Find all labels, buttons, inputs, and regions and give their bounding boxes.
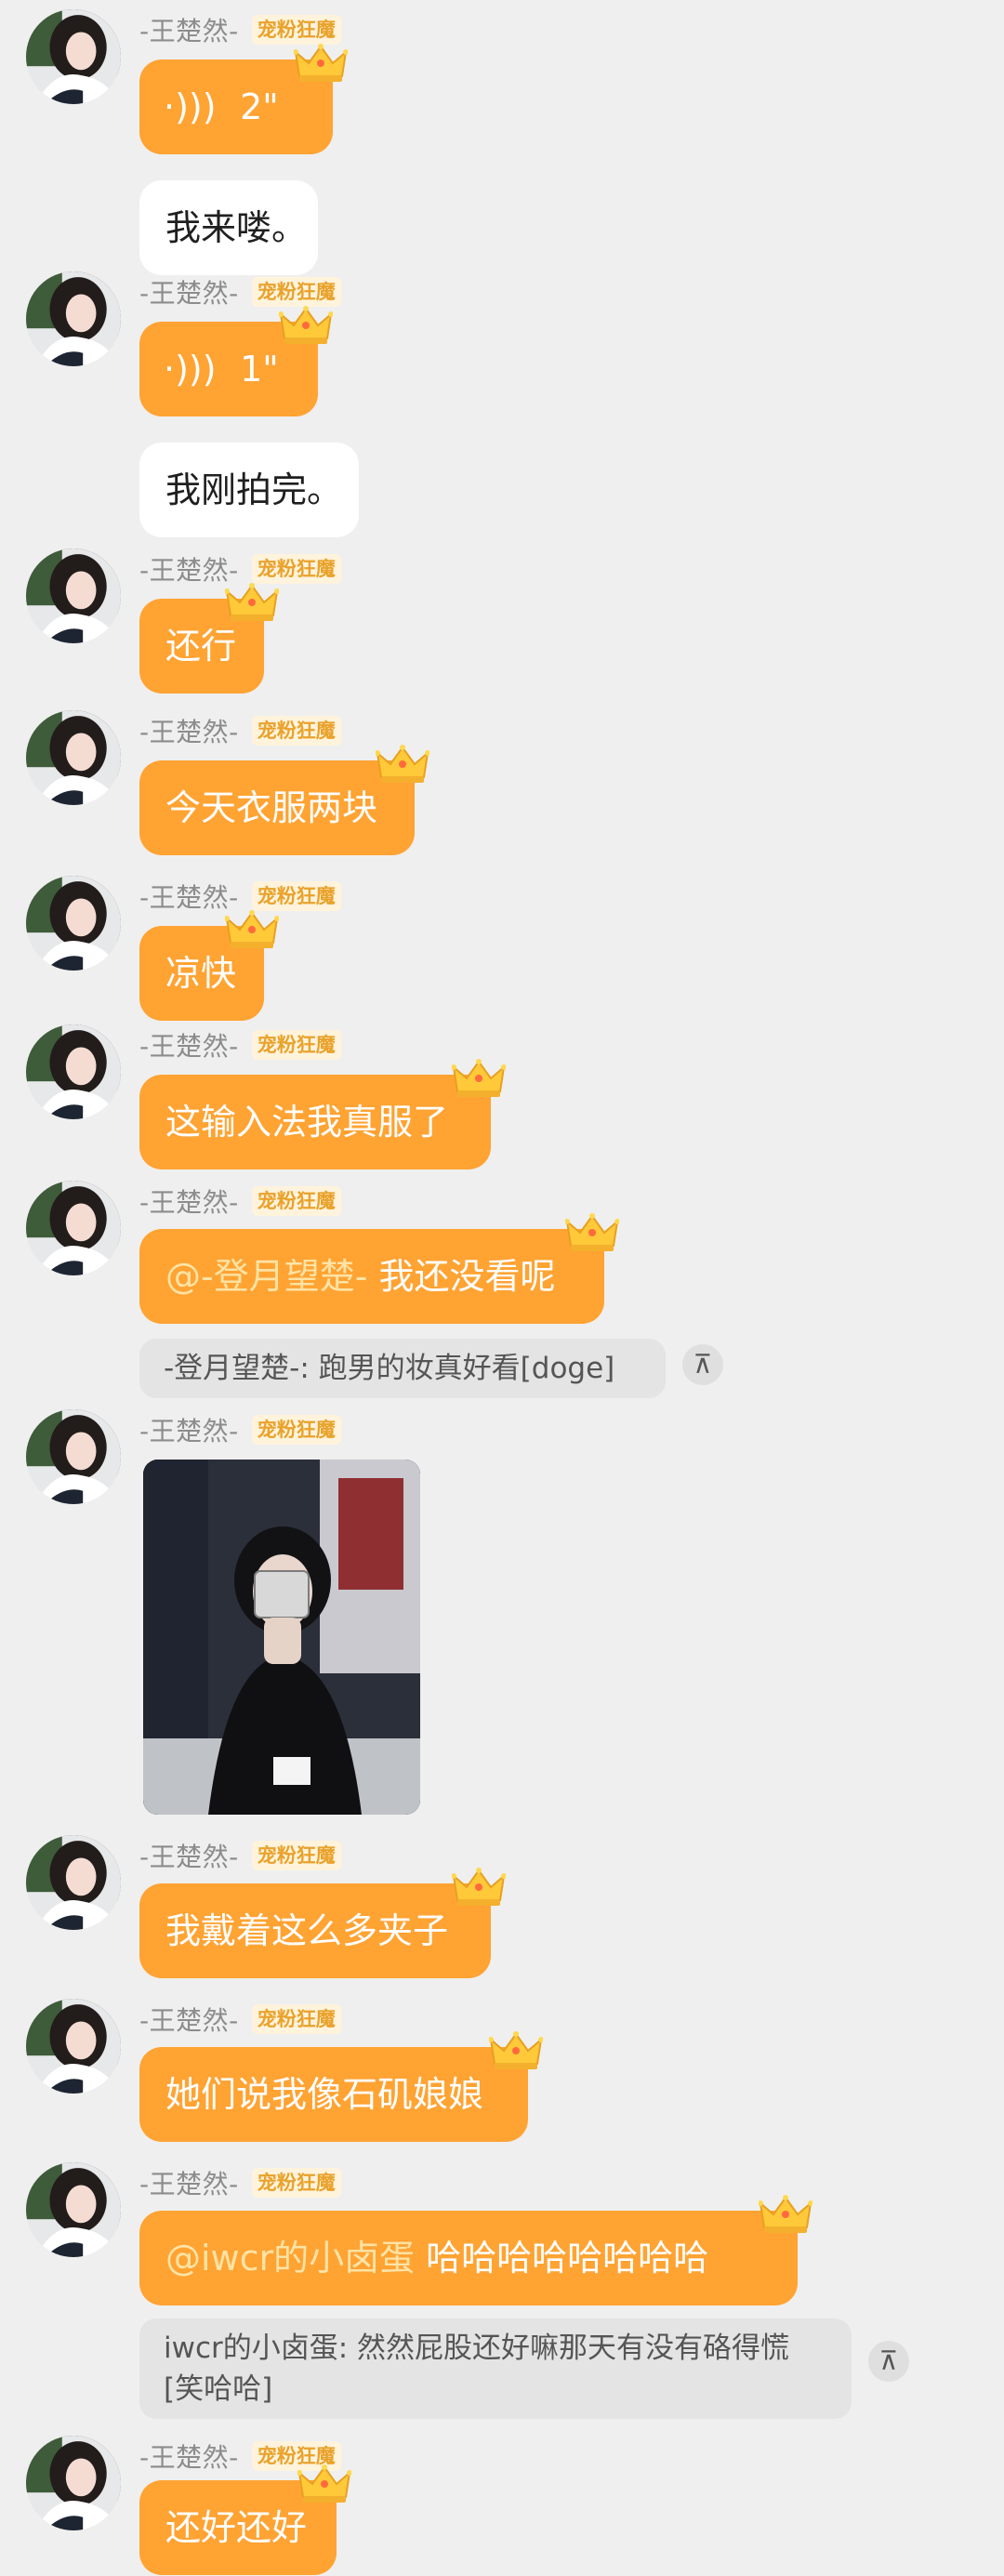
sender-avatar[interactable] <box>26 876 121 971</box>
sender-name: -王楚然- <box>139 2169 239 2200</box>
voice-message-bubble[interactable]: ·))) 2" <box>139 59 333 154</box>
jump-to-quote-button[interactable]: ⊼ <box>682 1344 723 1385</box>
message-text: 我来喽。 <box>165 207 308 248</box>
message-bubble[interactable]: 今天衣服两块 <box>139 760 415 855</box>
message-text: 哈哈哈哈哈哈哈哈 <box>426 2238 709 2279</box>
sender-name: -王楚然- <box>139 1031 239 1062</box>
jump-to-quote-button[interactable]: ⊼ <box>868 2341 909 2382</box>
sender-name: -王楚然- <box>139 1187 239 1218</box>
sender-name: -王楚然- <box>139 555 239 586</box>
crown-icon <box>279 305 333 346</box>
arrow-up-icon: ⊼ <box>878 2345 899 2376</box>
crown-icon <box>376 744 429 785</box>
fan-tag-badge: 宠粉狂魔 <box>251 881 341 911</box>
crown-icon <box>489 2030 543 2071</box>
message-bubble[interactable]: 我刚拍完。 <box>139 443 359 537</box>
sender-avatar[interactable] <box>26 9 121 104</box>
reply-message-bubble[interactable]: @-登月望楚- 我还没看呢 <box>139 1229 604 1324</box>
sender-avatar[interactable] <box>26 1181 121 1275</box>
fan-tag-badge: 宠粉狂魔 <box>251 1415 341 1445</box>
crown-icon <box>452 1058 506 1099</box>
crown-icon <box>565 1212 619 1253</box>
mention-link[interactable]: @-登月望楚- <box>165 1256 367 1297</box>
sender-avatar[interactable] <box>26 1999 121 2094</box>
message-bubble[interactable]: 还好还好 <box>139 2480 337 2575</box>
message-bubble[interactable]: 我来喽。 <box>139 180 318 275</box>
quoted-message[interactable]: -登月望楚-: 跑男的妆真好看[doge] <box>139 1339 666 1398</box>
crown-icon <box>452 1867 506 1908</box>
sender-avatar[interactable] <box>26 2162 121 2257</box>
sender-name: -王楚然- <box>139 2005 239 2036</box>
fan-tag-badge: 宠粉狂魔 <box>251 15 341 45</box>
sender-header: -王楚然- 宠粉狂魔 <box>139 1182 341 1220</box>
quoted-text: iwcr的小卤蛋: 然然屁股还好嘛那天有没有硌得慌 <box>164 2332 790 2365</box>
message-text: 我还没看呢 <box>378 1256 556 1297</box>
message-text: 我戴着这么多夹子 <box>165 1910 449 1951</box>
message-bubble[interactable]: 这输入法我真服了 <box>139 1075 491 1169</box>
sender-name: -王楚然- <box>139 882 239 913</box>
reply-message-bubble[interactable]: @iwcr的小卤蛋 哈哈哈哈哈哈哈哈 <box>139 2211 798 2305</box>
message-bubble[interactable]: 还行 <box>139 599 264 694</box>
sender-header: -王楚然- 宠粉狂魔 <box>139 1026 341 1063</box>
message-text: 今天衣服两块 <box>165 787 378 828</box>
fan-tag-badge: 宠粉狂魔 <box>251 2168 341 2198</box>
quoted-text: -登月望楚-: 跑男的妆真好看[doge] <box>164 1352 615 1385</box>
message-text: 我刚拍完。 <box>165 469 343 510</box>
photo-message[interactable] <box>143 1460 420 1815</box>
sender-avatar[interactable] <box>26 710 121 805</box>
sender-avatar[interactable] <box>26 1024 121 1119</box>
crown-icon <box>225 909 279 950</box>
sender-header: -王楚然- 宠粉狂魔 <box>139 2001 341 2038</box>
sender-header: -王楚然- 宠粉狂魔 <box>139 1837 341 1874</box>
sender-name: -王楚然- <box>139 1416 239 1447</box>
sender-header: -王楚然- 宠粉狂魔 <box>139 2164 341 2201</box>
sender-name: -王楚然- <box>139 717 239 747</box>
voice-wave-icon: ·))) <box>164 349 217 390</box>
crown-icon <box>225 582 279 623</box>
voice-duration: 2" <box>240 86 279 127</box>
sender-avatar[interactable] <box>26 1409 121 1504</box>
quoted-message[interactable]: iwcr的小卤蛋: 然然屁股还好嘛那天有没有硌得慌 [笑哈哈] <box>139 2318 852 2419</box>
crown-icon <box>297 2464 351 2504</box>
fan-tag-badge: 宠粉狂魔 <box>251 2004 341 2034</box>
fan-tag-badge: 宠粉狂魔 <box>251 1841 341 1870</box>
message-text: 她们说我像石矶娘娘 <box>165 2074 484 2115</box>
mention-link[interactable]: @iwcr的小卤蛋 <box>165 2238 415 2279</box>
sender-name: -王楚然- <box>139 278 239 309</box>
message-text: 还好还好 <box>165 2507 308 2548</box>
sender-header: -王楚然- 宠粉狂魔 <box>139 1411 341 1448</box>
message-bubble[interactable]: 她们说我像石矶娘娘 <box>139 2047 528 2142</box>
voice-duration: 1" <box>240 349 279 390</box>
fan-tag-badge: 宠粉狂魔 <box>251 716 341 746</box>
message-text: 这输入法我真服了 <box>165 1102 449 1143</box>
message-bubble[interactable]: 凉快 <box>139 926 264 1021</box>
message-bubble[interactable]: 我戴着这么多夹子 <box>139 1883 491 1978</box>
sender-name: -王楚然- <box>139 2442 239 2473</box>
voice-wave-icon: ·))) <box>164 86 217 127</box>
sender-avatar[interactable] <box>26 271 121 366</box>
sender-name: -王楚然- <box>139 1842 239 1872</box>
crown-icon <box>294 43 348 84</box>
fan-tag-badge: 宠粉狂魔 <box>251 277 341 307</box>
photo-image <box>143 1460 420 1815</box>
sender-avatar[interactable] <box>26 548 121 643</box>
sender-name: -王楚然- <box>139 16 239 46</box>
sender-avatar[interactable] <box>26 1835 121 1930</box>
voice-message-bubble[interactable]: ·))) 1" <box>139 322 318 416</box>
fan-tag-badge: 宠粉狂魔 <box>251 1030 341 1060</box>
quoted-text-continued: [笑哈哈] <box>164 2372 273 2406</box>
crown-icon <box>759 2194 812 2235</box>
sender-avatar[interactable] <box>26 2436 121 2530</box>
fan-tag-badge: 宠粉狂魔 <box>251 554 341 584</box>
sender-header: -王楚然- 宠粉狂魔 <box>139 712 341 749</box>
message-text: 还行 <box>165 626 237 667</box>
message-text: 凉快 <box>165 953 237 994</box>
arrow-up-icon: ⊼ <box>693 1349 713 1380</box>
fan-tag-badge: 宠粉狂魔 <box>251 1186 341 1216</box>
